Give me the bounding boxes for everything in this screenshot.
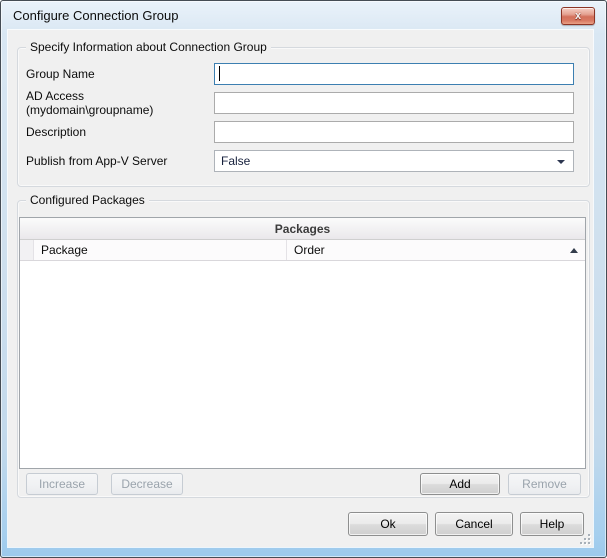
ad-access-row: AD Access (mydomain\groupname) bbox=[26, 92, 574, 114]
remove-button: Remove bbox=[508, 473, 581, 495]
publish-label: Publish from App-V Server bbox=[26, 154, 214, 168]
group-name-label: Group Name bbox=[26, 67, 214, 81]
publish-dropdown[interactable]: False bbox=[214, 150, 574, 172]
publish-dropdown-value: False bbox=[221, 154, 250, 168]
description-input[interactable] bbox=[214, 121, 574, 143]
close-button[interactable]: x bbox=[561, 7, 595, 25]
chevron-down-icon bbox=[557, 160, 565, 164]
dialog-body: Specify Information about Connection Gro… bbox=[8, 30, 593, 547]
column-header-order-label: Order bbox=[294, 243, 325, 257]
publish-row: Publish from App-V Server False bbox=[26, 150, 574, 172]
ad-access-label: AD Access (mydomain\groupname) bbox=[26, 89, 214, 117]
window-title: Configure Connection Group bbox=[13, 8, 179, 23]
titlebar[interactable]: Configure Connection Group x bbox=[1, 1, 606, 30]
group-name-row: Group Name bbox=[26, 63, 574, 85]
decrease-button: Decrease bbox=[111, 473, 183, 495]
packages-table-title: Packages bbox=[20, 218, 585, 240]
help-button[interactable]: Help bbox=[520, 512, 584, 536]
description-row: Description bbox=[26, 121, 574, 143]
dialog-configure-connection-group: Configure Connection Group x Specify Inf… bbox=[0, 0, 607, 558]
packages-table-body[interactable] bbox=[20, 261, 585, 468]
cancel-button[interactable]: Cancel bbox=[435, 512, 513, 536]
increase-button: Increase bbox=[26, 473, 98, 495]
group-name-input[interactable] bbox=[214, 63, 574, 85]
close-icon: x bbox=[575, 11, 581, 22]
add-button[interactable]: Add bbox=[420, 473, 500, 495]
ad-access-input-wrap bbox=[214, 92, 574, 114]
text-cursor bbox=[219, 66, 220, 81]
footer-button-row: Ok Cancel Help bbox=[348, 512, 584, 536]
group-name-input-wrap bbox=[214, 63, 574, 85]
info-fields: Group Name AD Access (mydomain\groupname… bbox=[18, 48, 589, 172]
packages-table: Packages Package Order bbox=[19, 217, 586, 469]
info-groupbox: Specify Information about Connection Gro… bbox=[17, 47, 590, 187]
sort-ascending-icon bbox=[570, 248, 578, 253]
packages-table-header-row: Package Order bbox=[20, 240, 585, 261]
column-header-package[interactable]: Package bbox=[34, 240, 287, 260]
description-input-wrap bbox=[214, 121, 574, 143]
packages-button-row: Increase Decrease Add Remove bbox=[26, 473, 581, 495]
packages-groupbox: Configured Packages Packages Package Ord… bbox=[17, 200, 590, 498]
column-header-order[interactable]: Order bbox=[287, 240, 585, 260]
resize-grip[interactable] bbox=[579, 533, 590, 544]
row-selector-header bbox=[20, 240, 34, 260]
info-groupbox-legend: Specify Information about Connection Gro… bbox=[26, 40, 271, 54]
column-header-package-label: Package bbox=[41, 243, 88, 257]
description-label: Description bbox=[26, 125, 214, 139]
ok-button[interactable]: Ok bbox=[348, 512, 428, 536]
packages-groupbox-legend: Configured Packages bbox=[26, 193, 149, 207]
ad-access-input[interactable] bbox=[214, 92, 574, 114]
